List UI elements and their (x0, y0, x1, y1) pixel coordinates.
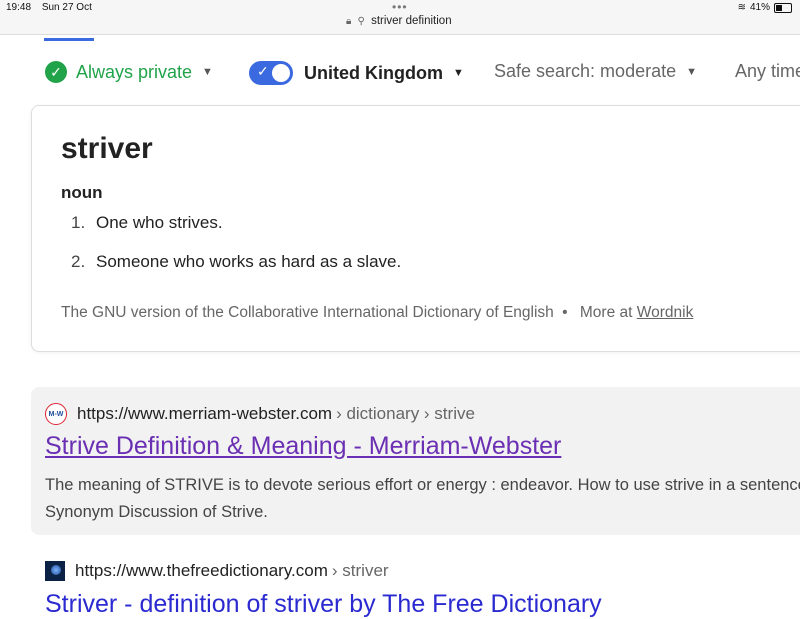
source-text: The GNU version of the Collaborative Int… (61, 304, 554, 321)
result-title-link[interactable]: Striver - definition of striver by The F… (45, 590, 602, 619)
multitask-dots-icon[interactable]: ••• (392, 0, 408, 14)
search-icon: ⚲ (357, 16, 365, 27)
status-left: 19:48 Sun 27 Oct (6, 2, 100, 13)
result-snippet: The meaning of STRIVE is to devote serio… (45, 476, 800, 521)
result-domain: https://www.merriam-webster.com (77, 404, 333, 423)
chevron-down-icon: ▼ (452, 67, 464, 79)
free-dictionary-favicon-icon (45, 561, 65, 581)
result-breadcrumb: › dictionary › strive (336, 404, 475, 423)
privacy-label: Always private (76, 61, 193, 82)
active-tab-indicator (44, 38, 94, 41)
bullet-separator: • (562, 304, 568, 321)
check-icon: ✓ (257, 63, 269, 79)
definition-list: 1. One who strives. 2. Someone who works… (71, 213, 401, 291)
part-of-speech: noun (61, 183, 103, 202)
address-bar[interactable]: 🔒︎ ⚲ striver definition (346, 15, 452, 27)
time-filter[interactable]: Any time (735, 61, 800, 82)
status-bar: 19:48 Sun 27 Oct ••• 🔒︎ ⚲ striver defini… (0, 0, 800, 35)
search-result: M-W https://www.merriam-webster.com › di… (31, 387, 800, 535)
address-text: striver definition (371, 15, 452, 27)
chevron-down-icon: ▼ (202, 66, 213, 78)
battery-percent: 41% (749, 2, 770, 13)
definition-source: The GNU version of the Collaborative Int… (61, 304, 693, 322)
result-url[interactable]: https://www.thefreedictionary.com › stri… (45, 561, 389, 581)
chevron-down-icon: ▼ (686, 65, 697, 78)
status-date: Sun 27 Oct (41, 2, 92, 13)
definition-item: 2. Someone who works as hard as a slave. (71, 252, 402, 271)
result-title-link[interactable]: Strive Definition & Meaning - Merriam-We… (45, 432, 561, 461)
battery-icon (774, 2, 792, 13)
region-toggle[interactable]: ✓ (249, 61, 293, 85)
definition-card: striver noun 1. One who strives. 2. Some… (31, 105, 800, 352)
safe-search-label: Safe search: moderate (494, 61, 677, 81)
result-url[interactable]: M-W https://www.merriam-webster.com › di… (45, 403, 475, 425)
status-right: ≋ 41% (738, 2, 792, 13)
result-domain: https://www.thefreedictionary.com (75, 561, 328, 580)
definition-word: striver (61, 132, 153, 165)
status-time: 19:48 (6, 2, 32, 13)
privacy-filter[interactable]: ✓ Always private ▼ (45, 61, 213, 83)
time-label: Any time (735, 61, 800, 81)
result-breadcrumb: › striver (331, 561, 389, 580)
region-label: United Kingdom (304, 62, 443, 83)
region-filter[interactable]: ✓ United Kingdom ▼ (249, 61, 464, 85)
wifi-icon: ≋ (737, 2, 746, 13)
more-prefix: More at (579, 304, 633, 321)
safe-search-filter[interactable]: Safe search: moderate ▼ (494, 61, 697, 82)
lock-icon: 🔒︎ (346, 16, 352, 27)
search-filters: ✓ Always private ▼ ✓ United Kingdom ▼ Sa… (0, 55, 800, 89)
merriam-webster-favicon-icon: M-W (45, 403, 67, 425)
wordnik-link[interactable]: Wordnik (637, 304, 694, 321)
check-icon: ✓ (45, 61, 67, 83)
definition-item: 1. One who strives. (71, 213, 223, 232)
